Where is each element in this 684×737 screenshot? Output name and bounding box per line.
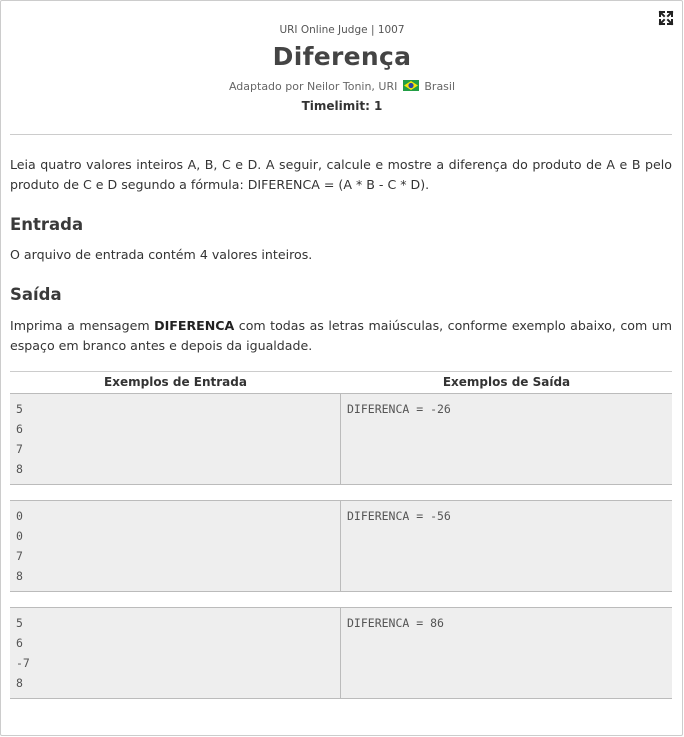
sample-case: 0 0 7 8 DIFERENCA = -56 — [10, 500, 672, 592]
sample-output: DIFERENCA = -26 — [341, 394, 672, 484]
input-line: 8 — [16, 569, 23, 583]
input-heading: Entrada — [10, 215, 84, 234]
input-line: 0 — [16, 509, 23, 523]
timelimit: Timelimit: 1 — [301, 99, 383, 113]
samples-header: Exemplos de Entrada Exemplos de Saída — [10, 371, 672, 394]
output-line: DIFERENCA = -26 — [347, 402, 451, 416]
input-line: 8 — [16, 676, 23, 690]
page-title: Diferença — [272, 42, 412, 71]
sample-case: 5 6 -7 8 DIFERENCA = 86 — [10, 607, 672, 699]
input-line: 6 — [16, 636, 23, 650]
sample-output: DIFERENCA = 86 — [341, 608, 672, 698]
output-heading: Saída — [10, 285, 62, 304]
input-line: 0 — [16, 529, 23, 543]
input-line: 5 — [16, 616, 23, 630]
sample-input: 0 0 7 8 — [10, 501, 341, 591]
input-line: 7 — [16, 442, 23, 456]
output-line: DIFERENCA = 86 — [347, 616, 444, 630]
input-line: 5 — [16, 402, 23, 416]
input-line: -7 — [16, 656, 30, 670]
header-divider — [10, 134, 672, 135]
sample-input: 5 6 -7 8 — [10, 608, 341, 698]
author-country: Brasil — [424, 80, 456, 93]
author-line: Adaptado por Neilor Tonin, URI Brasil — [0, 80, 684, 93]
output-samples-header: Exemplos de Saída — [442, 375, 571, 389]
sample-output: DIFERENCA = -56 — [341, 501, 672, 591]
judge-label: URI Online Judge | 1007 — [279, 24, 405, 36]
output-text-start: Imprima a mensagem — [10, 318, 155, 333]
output-line: DIFERENCA = -56 — [347, 509, 451, 523]
author-name: Adaptado por Neilor Tonin, URI — [228, 80, 398, 93]
problem-description: Leia quatro valores inteiros A, B, C e D… — [10, 157, 672, 192]
sample-input: 5 6 7 8 — [10, 394, 341, 484]
brazil-flag-icon — [402, 80, 419, 91]
output-description: Imprima a mensagem DIFERENCA com todas a… — [10, 316, 672, 356]
output-keyword: DIFERENCA — [154, 318, 235, 333]
input-line: 7 — [16, 549, 23, 563]
input-line: 8 — [16, 462, 23, 476]
sample-case: 5 6 7 8 DIFERENCA = -26 — [10, 393, 672, 485]
input-line: 6 — [16, 422, 23, 436]
input-description: O arquivo de entrada contém 4 valores in… — [10, 247, 313, 262]
input-samples-header: Exemplos de Entrada — [104, 375, 247, 389]
